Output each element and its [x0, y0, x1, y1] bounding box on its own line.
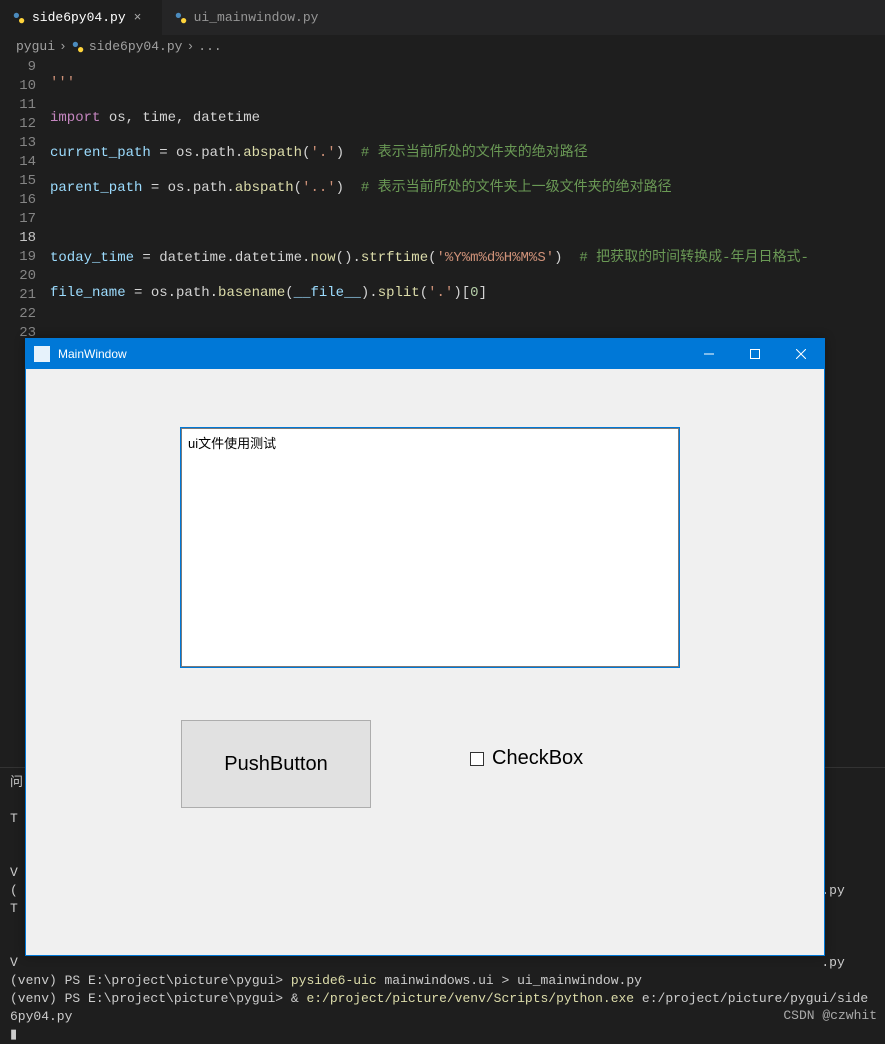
- checkbox-label: CheckBox: [492, 747, 583, 770]
- push-button[interactable]: PushButton: [181, 720, 371, 808]
- minimize-button[interactable]: [686, 339, 732, 369]
- breadcrumb-symbol[interactable]: ...: [198, 39, 221, 54]
- watermark: CSDN @czwhit: [783, 1008, 877, 1023]
- text-edit-value: ui文件使用测试: [188, 436, 276, 451]
- window-body: ui文件使用测试 PushButton CheckBox: [26, 369, 824, 955]
- tab-bar: side6py04.py × ui_mainwindow.py: [0, 0, 885, 35]
- window-title: MainWindow: [58, 347, 686, 361]
- python-icon: [174, 11, 188, 25]
- breadcrumb: pygui › side6py04.py › ...: [0, 35, 885, 58]
- qt-main-window: MainWindow ui文件使用测试 PushButton CheckBox: [25, 338, 825, 956]
- chevron-right-icon: ›: [59, 39, 67, 54]
- tab-label: ui_mainwindow.py: [194, 10, 319, 25]
- checkbox-box-icon: [470, 752, 484, 766]
- tab-label: side6py04.py: [32, 10, 126, 25]
- text-edit[interactable]: ui文件使用测试: [181, 428, 679, 667]
- checkbox[interactable]: CheckBox: [470, 747, 583, 770]
- tab-side6py04[interactable]: side6py04.py ×: [0, 0, 162, 35]
- python-icon: [71, 40, 85, 54]
- close-button[interactable]: [778, 339, 824, 369]
- breadcrumb-file[interactable]: side6py04.py: [89, 39, 183, 54]
- chevron-right-icon: ›: [186, 39, 194, 54]
- maximize-button[interactable]: [732, 339, 778, 369]
- breadcrumb-folder[interactable]: pygui: [16, 39, 55, 54]
- window-titlebar[interactable]: MainWindow: [26, 339, 824, 369]
- close-icon[interactable]: ×: [134, 10, 150, 25]
- app-icon: [34, 346, 50, 362]
- python-icon: [12, 11, 26, 25]
- tab-ui-mainwindow[interactable]: ui_mainwindow.py: [162, 0, 331, 35]
